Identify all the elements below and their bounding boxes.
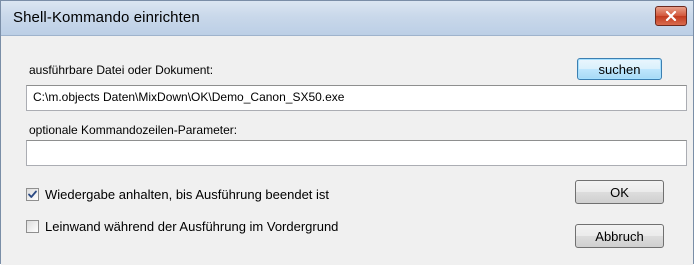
params-label: optionale Kommandozeilen-Parameter: — [29, 123, 238, 137]
window-title: Shell-Kommando einrichten — [13, 9, 200, 26]
cancel-button-label: Abbruch — [595, 228, 644, 244]
foreground-checkbox[interactable] — [26, 220, 39, 233]
checkmark-icon — [28, 190, 37, 198]
close-x-icon — [665, 11, 677, 21]
pause-playback-label: Wiedergabe anhalten, bis Ausführung been… — [45, 187, 330, 202]
params-input[interactable] — [26, 140, 687, 166]
file-path-input[interactable]: C:\m.objects Daten\MixDown\OK\Demo_Canon… — [26, 85, 687, 111]
close-button[interactable] — [655, 6, 687, 26]
dialog-window: Shell-Kommando einrichten ausführbare Da… — [0, 0, 694, 265]
browse-button-label: suchen — [598, 61, 641, 77]
pause-playback-checkbox-row[interactable]: Wiedergabe anhalten, bis Ausführung been… — [26, 187, 329, 202]
foreground-label: Leinwand während der Ausführung im Vorde… — [45, 219, 339, 234]
ok-button-label: OK — [610, 184, 629, 200]
ok-button[interactable]: OK — [575, 180, 664, 204]
browse-button[interactable]: suchen — [577, 58, 662, 80]
foreground-checkbox-row[interactable]: Leinwand während der Ausführung im Vorde… — [26, 219, 338, 234]
title-bar[interactable]: Shell-Kommando einrichten — [1, 1, 693, 36]
pause-playback-checkbox[interactable] — [26, 188, 39, 201]
dialog-content: ausführbare Datei oder Dokument: suchen … — [1, 37, 693, 265]
file-label: ausführbare Datei oder Dokument: — [29, 63, 214, 77]
cancel-button[interactable]: Abbruch — [575, 224, 664, 248]
